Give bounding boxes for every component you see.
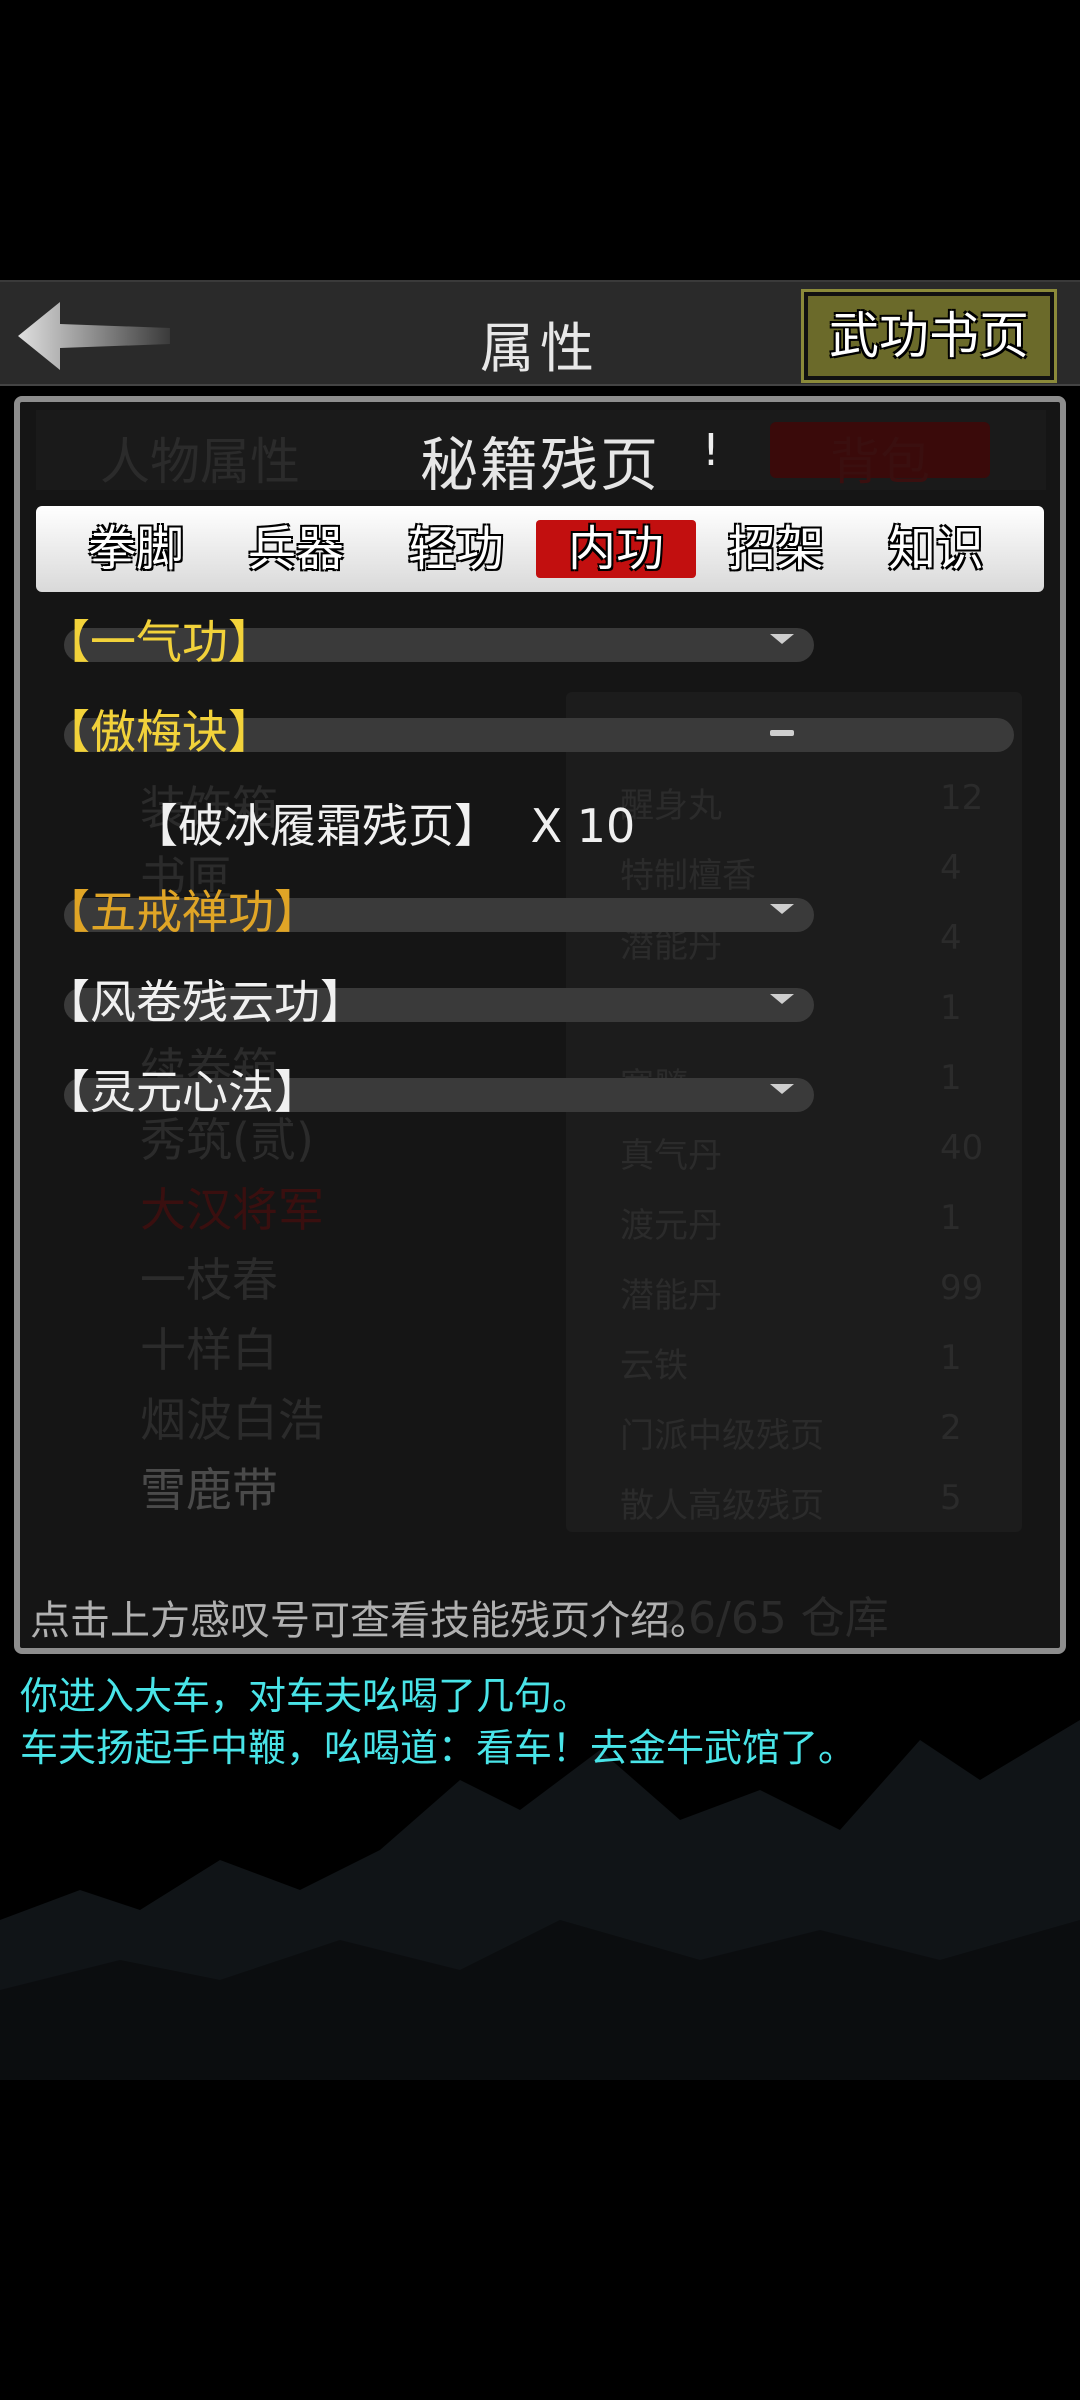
bg-item: 大汉将军 (140, 1183, 324, 1237)
tab-knowledge[interactable]: 知识 (856, 520, 1016, 578)
skill-pages-button[interactable]: 武功书页 (801, 289, 1057, 383)
bg-item-right: 门派中级残页 (620, 1416, 824, 1456)
log-line: 车夫扬起手中鞭，吆喝道：看车！去金牛武馆了。 (20, 1726, 857, 1770)
tab-parry[interactable]: 招架 (696, 520, 856, 578)
bg-item-count: 1 (940, 988, 962, 1028)
skill-name: 【风卷残云功】 (44, 975, 366, 1029)
bg-item-count: 12 (940, 778, 984, 818)
fragment-item[interactable]: 【破冰履霜残页】 X 10 (132, 790, 635, 856)
tab-lightness[interactable]: 轻功 (376, 520, 536, 578)
bg-item-right: 云铁 (620, 1346, 688, 1386)
bg-item-count: 5 (940, 1478, 962, 1518)
bg-item-count: 99 (940, 1268, 984, 1308)
tab-fist[interactable]: 拳脚 (56, 520, 216, 578)
chevron-down-icon (770, 994, 794, 1004)
chevron-down-icon (770, 904, 794, 914)
bg-item-count: 4 (940, 848, 962, 888)
skill-name: 【五戒禅功】 (44, 885, 320, 939)
category-tabs: 拳脚 兵器 轻功 内功 招架 知识 (36, 506, 1044, 592)
skill-row-aomei[interactable]: 【傲梅诀】 (44, 696, 1024, 759)
skill-row-fengjuan[interactable]: 【风卷残云功】 (44, 966, 844, 1029)
skill-name: 【灵元心法】 (44, 1065, 320, 1119)
bg-item-count: 1 (940, 1058, 962, 1098)
skill-name: 【一气功】 (44, 615, 274, 669)
bg-item-count: 1 (940, 1198, 962, 1238)
tab-weapon[interactable]: 兵器 (216, 520, 376, 578)
top-bar: 属性 武功书页 (0, 280, 1080, 386)
bg-item: 烟波白浩 (140, 1393, 324, 1447)
bg-item-right: 醒身丸 (620, 786, 722, 826)
bg-item-right: 潜能丹 (620, 1276, 722, 1316)
bg-item-count: 4 (940, 918, 962, 958)
bg-item-right: 渡元丹 (620, 1206, 722, 1246)
log-line: 你进入大车，对车夫吆喝了几句。 (20, 1674, 591, 1718)
chevron-down-icon (770, 1084, 794, 1094)
fragment-name: 【破冰履霜残页】 (132, 799, 500, 853)
skill-row-yiqi[interactable]: 【一气功】 (44, 606, 844, 669)
hint-text: 点击上方感叹号可查看技能残页介绍。 (30, 1598, 710, 1644)
fragments-title: 秘籍残页 (419, 431, 660, 499)
fragment-qty: X 10 (530, 799, 636, 853)
info-exclamation-icon[interactable]: ! (688, 426, 734, 476)
bg-item-count: 1 (940, 1338, 962, 1378)
bg-item-right: 真气丹 (620, 1136, 722, 1176)
bg-item-count: 2 (940, 1408, 962, 1448)
skill-row-wujie[interactable]: 【五戒禅功】 (44, 876, 844, 939)
skill-name: 【傲梅诀】 (44, 705, 274, 759)
collapse-minus-icon (770, 730, 794, 736)
fragments-panel: 人物属性 背包 装饰箱 书匣 续卷箱 秀筑(贰) 大汉将军 一枝春 十样白 烟波… (14, 396, 1066, 1654)
skill-row-lingyuan[interactable]: 【灵元心法】 (44, 1056, 844, 1119)
tab-inner-power[interactable]: 内功 (536, 520, 696, 578)
bg-item: 十样白 (140, 1323, 278, 1377)
bg-item: 雪鹿带 (140, 1463, 278, 1517)
bg-item-right: 散人高级残页 (620, 1486, 824, 1526)
chevron-down-icon (770, 634, 794, 644)
message-log: 你进入大车，对车夫吆喝了几句。 车夫扬起手中鞭，吆喝道：看车！去金牛武馆了。 (20, 1670, 856, 1774)
bg-item-count: 40 (940, 1128, 984, 1168)
bg-item: 一枝春 (140, 1253, 278, 1307)
